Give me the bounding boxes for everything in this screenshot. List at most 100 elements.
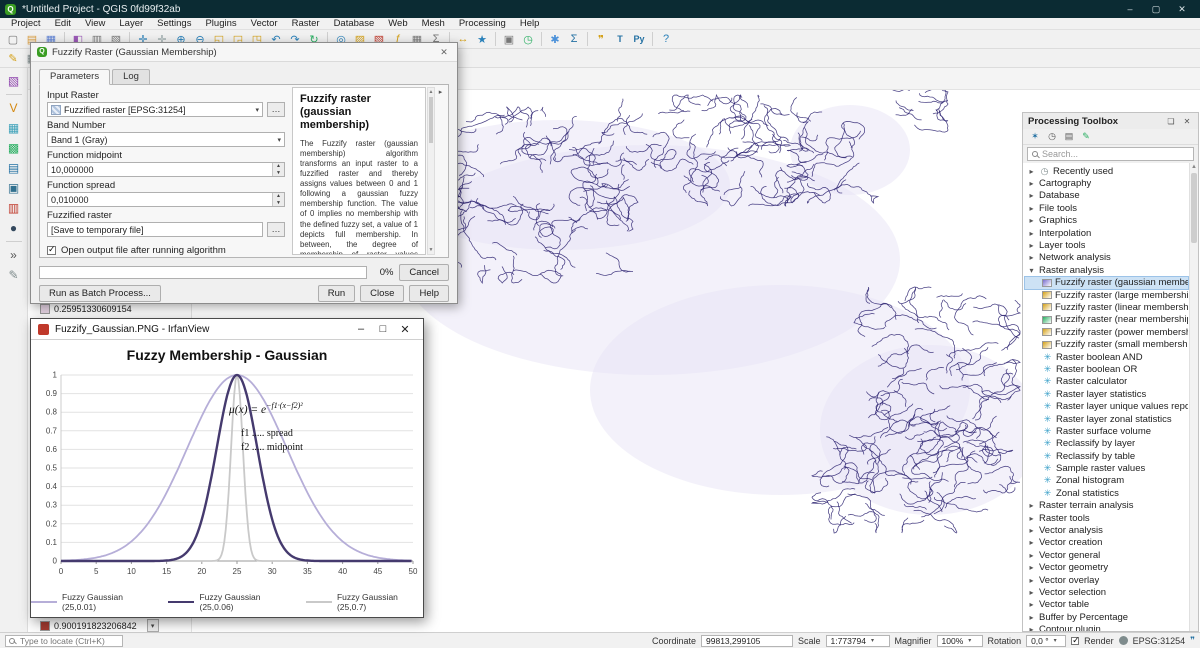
toggle-editing-icon[interactable]: ✎ — [4, 50, 22, 66]
toolbox-item-interpolation[interactable]: ▸Interpolation — [1025, 227, 1188, 239]
chevron-right-icon[interactable]: ▸ — [1027, 514, 1036, 523]
menu-settings[interactable]: Settings — [150, 18, 198, 29]
processing-toolbox-icon[interactable]: ✱ — [546, 31, 564, 47]
menu-web[interactable]: Web — [381, 18, 414, 29]
toolbar-overflow-icon[interactable]: » — [3, 246, 25, 264]
open-output-checkbox[interactable] — [47, 246, 56, 255]
menu-help[interactable]: Help — [513, 18, 547, 29]
spin-down-icon[interactable]: ▼ — [273, 200, 284, 207]
python-console-icon[interactable]: Py — [630, 31, 648, 47]
spin-down-icon[interactable]: ▼ — [273, 170, 284, 177]
toolbox-item-fuzzify-raster-small-membership[interactable]: Fuzzify raster (small membership) — [1025, 338, 1188, 350]
chevron-right-icon[interactable]: ▸ — [1027, 600, 1036, 609]
scroll-down-icon[interactable]: ▼ — [428, 246, 434, 254]
toolbox-item-raster-layer-statistics[interactable]: ✳Raster layer statistics — [1025, 388, 1188, 400]
toolbox-item-raster-boolean-or[interactable]: ✳Raster boolean OR — [1025, 363, 1188, 375]
toolbox-item-fuzzify-raster-linear-membership[interactable]: Fuzzify raster (linear membership) — [1025, 301, 1188, 313]
layer-class-row[interactable]: 0.25951330609154 — [40, 304, 132, 314]
chevron-right-icon[interactable]: ▸ — [1027, 551, 1036, 560]
chevron-right-icon[interactable]: ▸ — [1027, 167, 1036, 176]
menu-edit[interactable]: Edit — [48, 18, 78, 29]
chevron-right-icon[interactable]: ▸ — [1027, 216, 1036, 225]
close-panel-icon[interactable]: ✕ — [1181, 117, 1193, 126]
render-checkbox[interactable] — [1071, 637, 1079, 645]
toolbox-item-database[interactable]: ▸Database — [1025, 190, 1188, 202]
toolbox-item-layer-tools[interactable]: ▸Layer tools — [1025, 239, 1188, 251]
chevron-right-icon[interactable]: ▸ — [1027, 229, 1036, 238]
toolbox-item-vector-overlay[interactable]: ▸Vector overlay — [1025, 574, 1188, 586]
chevron-right-icon[interactable]: ▸ — [1027, 191, 1036, 200]
output-browse-button[interactable]: … — [267, 222, 285, 237]
toolbox-item-vector-analysis[interactable]: ▸Vector analysis — [1025, 524, 1188, 536]
toolbox-item-vector-table[interactable]: ▸Vector table — [1025, 599, 1188, 611]
rotation-spinner[interactable]: 0,0 ° ▾ — [1026, 635, 1066, 647]
dialog-titlebar[interactable]: Q Fuzzify Raster (Gaussian Membership) ✕ — [31, 43, 457, 62]
locate-search[interactable] — [5, 635, 123, 647]
toolbox-item-raster-boolean-and[interactable]: ✳Raster boolean AND — [1025, 351, 1188, 363]
help-scrollbar[interactable]: ▲ ▼ — [427, 87, 435, 255]
scale-select[interactable]: 1:773794 ▾ — [826, 635, 890, 647]
irfanview-titlebar[interactable]: Fuzzify_Gaussian.PNG - IrfanView – □ ✕ — [31, 319, 423, 340]
input-raster-browse-button[interactable]: … — [267, 102, 285, 117]
function-midpoint-spinner[interactable]: 10,000000 ▲▼ — [47, 162, 285, 177]
chevron-right-icon[interactable]: ▸ — [1027, 501, 1036, 510]
band-number-select[interactable]: Band 1 (Gray) ▾ — [47, 132, 285, 147]
statistical-summary-icon[interactable]: Σ — [565, 31, 583, 47]
menu-view[interactable]: View — [78, 18, 112, 29]
maximize-button[interactable]: ▢ — [1143, 4, 1169, 15]
toolbox-item-fuzzify-raster-near-membership[interactable]: Fuzzify raster (near membership) — [1025, 314, 1188, 326]
output-raster-input[interactable]: [Save to temporary file] — [47, 222, 263, 237]
help-contents-icon[interactable]: ? — [657, 31, 675, 47]
menu-plugins[interactable]: Plugins — [198, 18, 243, 29]
toolbox-item-raster-terrain-analysis[interactable]: ▸Raster terrain analysis — [1025, 500, 1188, 512]
scroll-up-icon[interactable]: ▲ — [1190, 163, 1198, 172]
project-new-icon[interactable]: ▢ — [4, 31, 22, 47]
menu-project[interactable]: Project — [4, 18, 48, 29]
chevron-right-icon[interactable]: ▸ — [1027, 588, 1036, 597]
float-panel-icon[interactable]: ❏ — [1165, 117, 1177, 126]
magnifier-spinner[interactable]: 100% ▾ — [937, 635, 983, 647]
tab-log[interactable]: Log — [112, 69, 150, 85]
chevron-right-icon[interactable]: ▸ — [1027, 179, 1036, 188]
toolbox-edit-features-icon[interactable]: ✎ — [1079, 130, 1093, 143]
chevron-down-icon[interactable]: ▾ — [1027, 266, 1036, 275]
messages-icon[interactable]: ❞ — [1190, 635, 1195, 646]
add-raster-layer-icon[interactable]: ▦ — [3, 119, 25, 137]
add-point-cloud-layer-icon[interactable]: ● — [3, 219, 25, 237]
toolbox-item-raster-surface-volume[interactable]: ✳Raster surface volume — [1025, 425, 1188, 437]
collapse-help-icon[interactable]: ▸ — [436, 87, 445, 111]
locate-input[interactable] — [18, 635, 119, 647]
toolbox-item-zonal-histogram[interactable]: ✳Zonal histogram — [1025, 475, 1188, 487]
toolbox-item-vector-creation[interactable]: ▸Vector creation — [1025, 537, 1188, 549]
menu-vector[interactable]: Vector — [244, 18, 285, 29]
toolbox-item-vector-selection[interactable]: ▸Vector selection — [1025, 586, 1188, 598]
toolbox-item-fuzzify-raster-gaussian-membership[interactable]: Fuzzify raster (gaussian membership) — [1025, 277, 1188, 289]
toolbox-item-fuzzify-raster-large-membership[interactable]: Fuzzify raster (large membership) — [1025, 289, 1188, 301]
add-wms-layer-icon[interactable]: ▥ — [3, 199, 25, 217]
close-dialog-button[interactable]: Close — [360, 285, 404, 302]
chevron-right-icon[interactable]: ▸ — [1027, 563, 1036, 572]
toolbox-item-recently-used[interactable]: ▸◷Recently used — [1025, 165, 1188, 177]
toolbox-item-reclassify-by-table[interactable]: ✳Reclassify by table — [1025, 450, 1188, 462]
toolbox-history-icon[interactable]: ◷ — [1045, 130, 1059, 143]
scrollbar-thumb[interactable] — [1191, 173, 1197, 243]
toolbox-item-buffer-by-percentage[interactable]: ▸Buffer by Percentage — [1025, 611, 1188, 623]
close-button[interactable]: ✕ — [1169, 4, 1195, 15]
chevron-right-icon[interactable]: ▸ — [1027, 204, 1036, 213]
menu-raster[interactable]: Raster — [285, 18, 327, 29]
toolbox-item-raster-tools[interactable]: ▸Raster tools — [1025, 512, 1188, 524]
open-data-source-manager-icon[interactable]: ▧ — [3, 72, 25, 90]
add-postgis-layer-icon[interactable]: ▣ — [3, 179, 25, 197]
add-mesh-layer-icon[interactable]: ▩ — [3, 139, 25, 157]
toolbox-item-raster-calculator[interactable]: ✳Raster calculator — [1025, 376, 1188, 388]
text-annotation-icon[interactable]: T — [611, 31, 629, 47]
toolbox-item-vector-general[interactable]: ▸Vector general — [1025, 549, 1188, 561]
toolbox-item-network-analysis[interactable]: ▸Network analysis — [1025, 252, 1188, 264]
toolbox-item-sample-raster-values[interactable]: ✳Sample raster values — [1025, 462, 1188, 474]
coordinate-value[interactable]: 99813,299105 — [701, 635, 793, 647]
toolbox-item-file-tools[interactable]: ▸File tools — [1025, 202, 1188, 214]
close-button[interactable]: ✕ — [394, 323, 416, 336]
menu-processing[interactable]: Processing — [452, 18, 513, 29]
menu-mesh[interactable]: Mesh — [415, 18, 452, 29]
chevron-right-icon[interactable]: ▸ — [1027, 538, 1036, 547]
